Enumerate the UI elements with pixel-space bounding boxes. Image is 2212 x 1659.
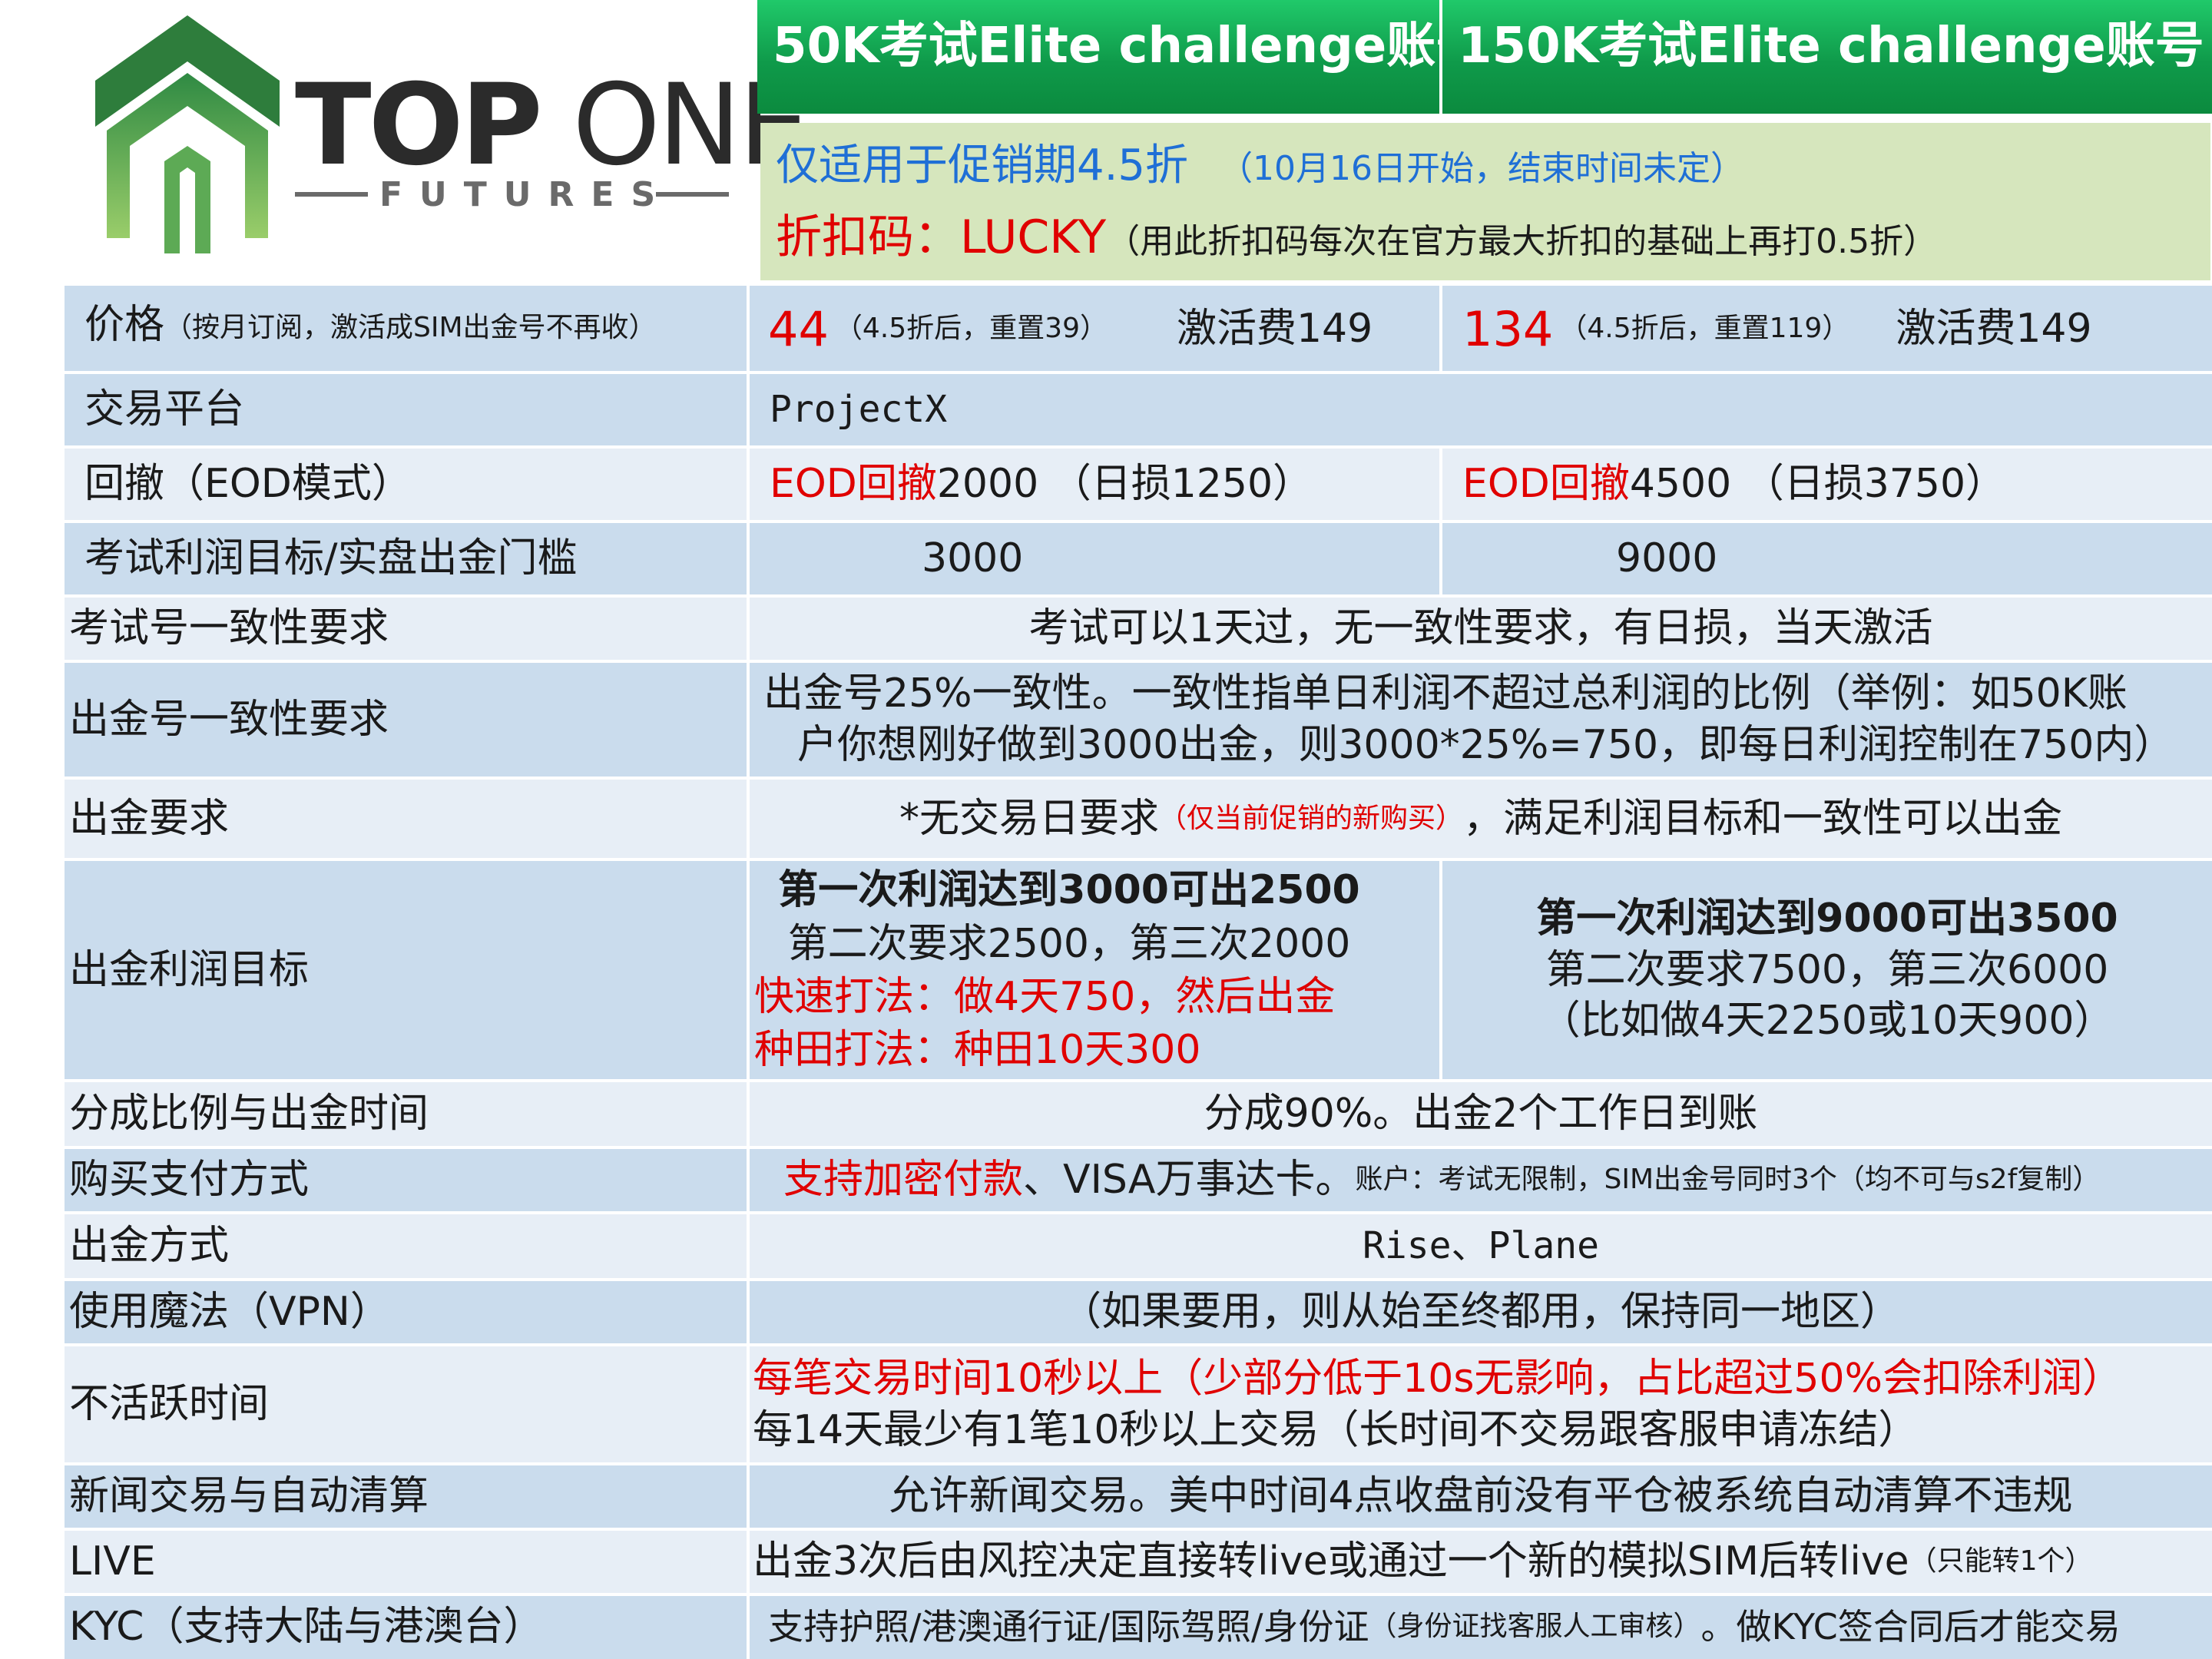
value-price-50k: 44 （4.5折后，重置39） 激活费149 [768,300,1373,357]
value-payment: 支持加密付款 、VISA万事达卡。 账户：考试无限制，SIM出金号同时3个（均不可与… [783,1157,2101,1204]
label-payout-req: 出金要求 [69,795,230,842]
value-inactivity: 每笔交易时间10秒以上（少部分低于10s无影响，占比超过50%会扣除利润） 每1… [753,1345,2212,1464]
label-vpn: 使用魔法（VPN） [69,1289,390,1336]
value-split: 分成90%。出金2个工作日到账 [1204,1091,1758,1137]
payout-150k-line2: 第二次要求7500，第三次6000 [1545,946,2109,993]
payout-50k-line2: 第二次要求2500，第三次2000 [787,921,1351,967]
grid-vline-price [1439,286,1442,373]
inactivity-line2: 每14天最少有1笔10秒以上交易（长时间不交易跟客服申请冻结） [753,1406,1919,1453]
label-split: 分成比例与出金时间 [69,1091,429,1137]
label-target: 考试利润目标/实盘出金门槛 [84,535,578,582]
logo-dash-left [295,192,368,197]
header-col-150k: 150K考试Elite challenge账号 [1442,0,2212,114]
logo-emblem-icon [95,15,280,253]
header-col-50k: 50K考试Elite challenge账号 [757,0,1485,114]
value-kyc: 支持护照/港澳通行证/国际驾照/身份证 （身份证找客服人工审核） 。做KYC签合同后… [768,1605,2121,1647]
value-drawdown-150k: EOD回撤 4500 （日损3750） [1462,461,2006,508]
label-news: 新闻交易与自动清算 [69,1473,429,1520]
value-vpn: （如果要用，则从始至终都用，保持同一地区） [1061,1289,1900,1336]
inactivity-line1: 每笔交易时间10秒以上（少部分低于10s无影响，占比超过50%会扣除利润） [753,1355,2123,1402]
payout-50k-line4: 种田打法：种田10天300 [754,1027,1201,1073]
label-payout-consistency: 出金号一致性要求 [69,696,389,743]
label-inactivity: 不活跃时间 [69,1381,270,1428]
logo-tagline: FUTURES [379,175,673,214]
label-payment: 购买支付方式 [69,1157,310,1204]
value-price-150k: 134 （4.5折后，重置119） 激活费149 [1462,300,2092,357]
label-drawdown: 回撤（EOD模式） [84,461,412,508]
payout-50k-line1: 第一次利润达到3000可出2500 [778,867,1360,913]
top-one-futures-logo: TOP ONE FUTURES [65,0,810,278]
promo-banner: 仅适用于促销期4.5折 （10月16日开始，结束时间未定） 折扣码：LUCKY（用… [760,123,2210,280]
value-payout-consistency: 出金号25%一致性。一致性指单日利润不超过总利润的比例（举例：如50K账 户你想… [763,671,2174,768]
label-platform: 交易平台 [84,386,245,433]
label-kyc: KYC（支持大陆与港澳台） [69,1603,544,1650]
value-payout-target-150k: 第一次利润达到9000可出3500 第二次要求7500，第三次6000 （比如做… [1442,859,2212,1081]
value-target-150k: 9000 [1616,535,1718,582]
value-target-50k: 3000 [922,535,1024,582]
value-payout-target-50k: 第一次利润达到3000可出2500 第二次要求2500，第三次2000 快速打法… [754,859,1438,1081]
promo-line-2: 折扣码：LUCKY（用此折扣码每次在官方最大折扣的基础上再打0.5折） [776,210,1938,264]
label-exam-consistency: 考试号一致性要求 [69,605,389,652]
value-drawdown-50k: EOD回撤 2000 （日损1250） [770,461,1313,508]
label-price: 价格 （按月订阅，激活成SIM出金号不再收） [84,302,657,348]
value-payout-req: *无交易日要求 （仅当前促销的新购买） ，满足利润目标和一致性可以出金 [899,795,2063,842]
payout-50k-line3: 快速打法：做4天750，然后出金 [754,974,1336,1020]
value-news: 允许新闻交易。美中时间4点收盘前没有平仓被系统自动清算不违规 [889,1473,2073,1520]
logo-wordmark: TOP ONE [295,60,810,190]
value-live: 出金3次后由风控决定直接转live或通过一个新的模拟SIM后转live （只能转1… [753,1538,2093,1585]
value-platform: ProjectX [770,387,948,431]
payout-150k-line1: 第一次利润达到9000可出3500 [1536,896,2118,942]
grid-vline-header [1439,0,1442,114]
logo-dash-right [656,192,729,197]
promo-line-1: 仅适用于促销期4.5折 （10月16日开始，结束时间未定） [776,141,1745,190]
label-live: LIVE [69,1538,156,1585]
label-payout-target: 出金利润目标 [69,946,310,993]
payout-150k-line3: （比如做4天2250或10天900） [1540,998,2114,1045]
label-payout-method: 出金方式 [69,1223,230,1270]
value-payout-method: Rise、Plane [1362,1224,1600,1267]
value-exam-consistency: 考试可以1天过，无一致性要求，有日损，当天激活 [1028,605,1933,652]
